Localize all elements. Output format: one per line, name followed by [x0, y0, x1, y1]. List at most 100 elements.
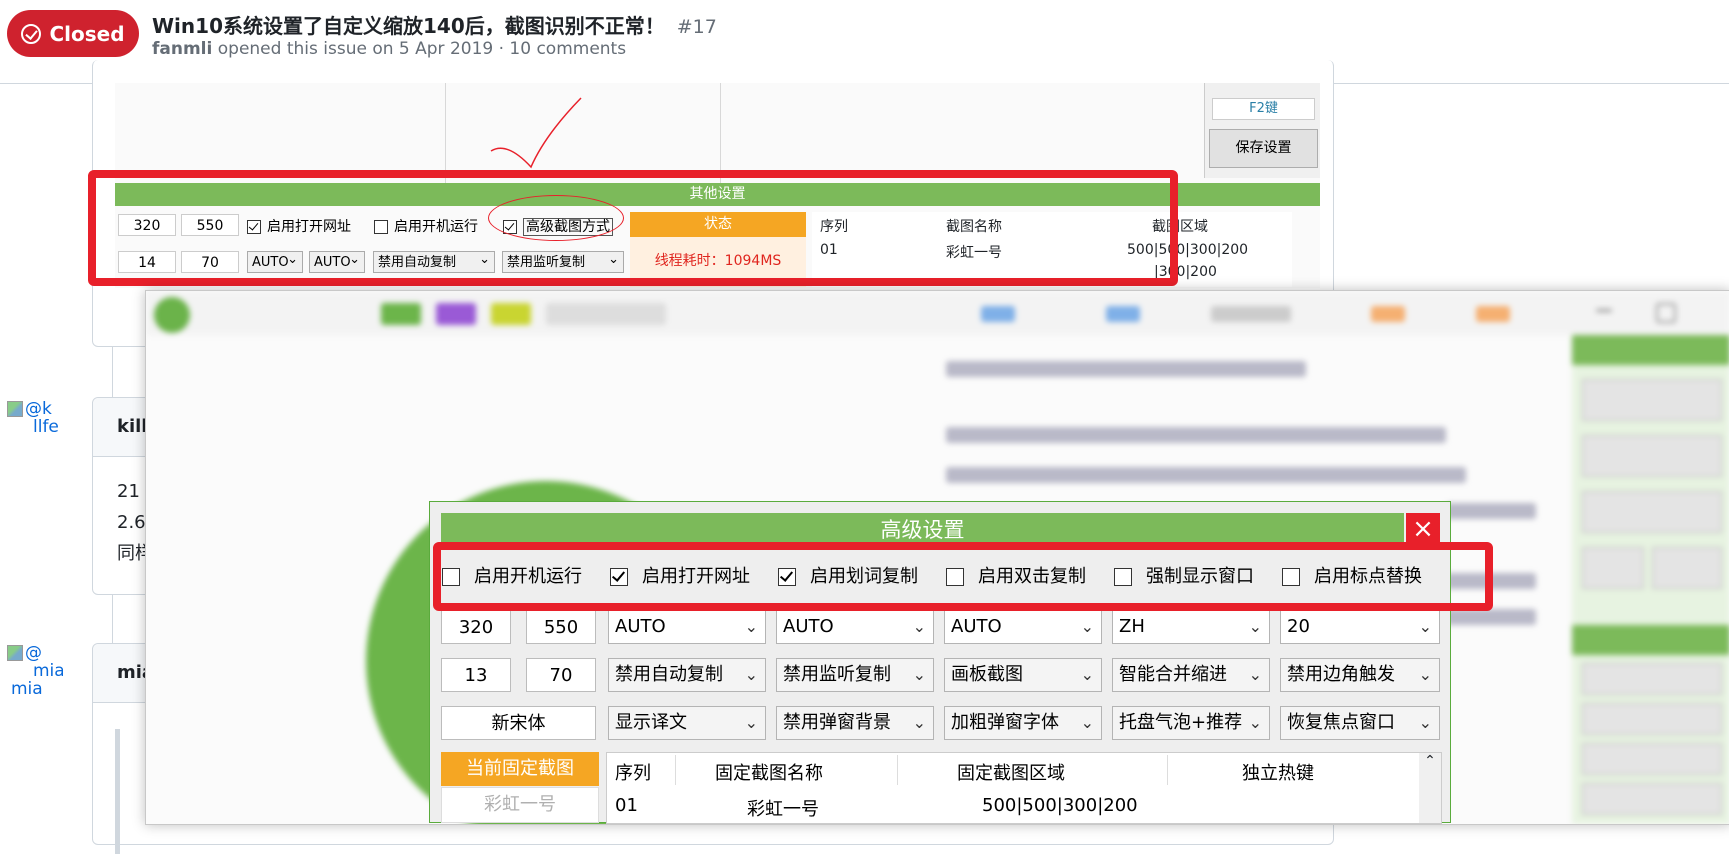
right-function-panel	[1572, 335, 1729, 824]
font-field[interactable]: 新宋体	[441, 706, 596, 740]
badge	[381, 303, 421, 325]
dropdown-engine-3[interactable]: AUTO ⌄	[944, 610, 1102, 644]
save-settings-button[interactable]: 保存设置	[1209, 129, 1318, 168]
red-highlight-checkboxes	[433, 542, 1493, 611]
dropdown-number[interactable]: 20 ⌄	[1280, 610, 1440, 644]
grid-line	[720, 83, 721, 183]
issue-number: #17	[676, 16, 717, 38]
blurred-text	[1211, 306, 1291, 322]
chevron-down-icon: ⌄	[1418, 713, 1432, 732]
chevron-down-icon: ⌄	[1418, 617, 1432, 636]
closed-icon	[21, 23, 42, 44]
blurred-text	[946, 427, 1446, 443]
blurred-number	[1371, 306, 1405, 322]
chevron-down-icon: ⌄	[1248, 713, 1262, 732]
blurred-number	[1476, 306, 1510, 322]
function-button[interactable]	[1582, 435, 1722, 477]
panda-logo-icon	[154, 297, 190, 333]
blurred-number	[981, 306, 1015, 322]
row-name: 彩虹一号	[747, 799, 819, 820]
dropdown-engine-1[interactable]: AUTO ⌄	[608, 610, 766, 644]
dropdown-capture-mode[interactable]: 画板截图 ⌄	[944, 658, 1102, 692]
dropdown-popup-font[interactable]: 加粗弹窗字体 ⌄	[944, 706, 1102, 740]
blurred-text	[946, 467, 1466, 483]
function-dropdown[interactable]	[1582, 703, 1722, 735]
col-seq-header: 序列	[615, 763, 651, 784]
dropdown-engine-2[interactable]: AUTO ⌄	[776, 610, 934, 644]
issue-title-text: Win10系统设置了自定义缩放140后，截图识别不正常！	[152, 14, 665, 38]
status-badge: Closed	[7, 10, 139, 57]
comment-author[interactable]: kill	[117, 416, 147, 437]
function-dropdown[interactable]	[1582, 743, 1722, 775]
dropdown-translation[interactable]: 显示译文 ⌄	[608, 706, 766, 740]
function-button[interactable]	[1582, 491, 1722, 533]
column-divider	[897, 755, 898, 785]
chevron-up-icon[interactable]: ⌃	[1424, 753, 1436, 769]
badge	[546, 303, 666, 325]
chevron-down-icon: ⌄	[1418, 665, 1432, 684]
blurred-text	[946, 361, 1306, 377]
blockquote-bar	[115, 729, 120, 854]
issue-meta: fanmli opened this issue on 5 Apr 2019 ·…	[152, 39, 626, 59]
dropdown-corner-trigger[interactable]: 禁用边角触发 ⌄	[1280, 658, 1440, 692]
blurred-number	[1106, 306, 1140, 322]
function-button[interactable]	[1652, 547, 1722, 589]
current-fixed-capture-header: 当前固定截图	[441, 752, 599, 786]
dropdown-restore-focus[interactable]: 恢复焦点窗口 ⌄	[1280, 706, 1440, 740]
chevron-down-icon: ⌄	[744, 617, 758, 636]
dropdown-tray-bubble[interactable]: 托盘气泡+推荐 ⌄	[1112, 706, 1270, 740]
issue-author-link[interactable]: fanmli	[152, 39, 212, 59]
function-button[interactable]	[1582, 547, 1644, 589]
scrollbar[interactable]: ⌃	[1419, 753, 1441, 823]
col-name-header: 固定截图名称	[715, 763, 823, 784]
chevron-down-icon: ⌄	[1248, 665, 1262, 684]
badge	[436, 303, 476, 325]
status-label: Closed	[49, 21, 125, 46]
grid-line	[445, 83, 446, 183]
function-dropdown[interactable]	[1582, 663, 1722, 695]
red-highlight-top	[88, 170, 1178, 286]
current-fixed-capture-item[interactable]: 彩虹一号	[441, 787, 599, 823]
col-area-header: 固定截图区域	[957, 763, 1065, 784]
dropdown-popup-background[interactable]: 禁用弹窗背景 ⌄	[776, 706, 934, 740]
function-button[interactable]	[1582, 379, 1722, 421]
close-icon[interactable]	[1656, 303, 1676, 323]
row-area: 500|500|300|200	[982, 795, 1138, 816]
fixed-capture-table: 序列 固定截图名称 固定截图区域 独立热键 01 彩虹一号 500|500|30…	[606, 752, 1442, 824]
dropdown-listen-copy[interactable]: 禁用监听复制 ⌄	[776, 658, 934, 692]
column-divider	[675, 755, 676, 785]
chevron-down-icon: ⌄	[1248, 617, 1262, 636]
check-mark-annotation	[490, 97, 582, 169]
chevron-down-icon: ⌄	[1080, 617, 1094, 636]
issue-title: Win10系统设置了自定义缩放140后，截图识别不正常！ #17	[152, 10, 717, 39]
dropdown-merge-indent[interactable]: 智能合并缩进 ⌄	[1112, 658, 1270, 692]
panel-header	[1572, 335, 1729, 365]
col-hotkey-header: 独立热键	[1242, 763, 1314, 784]
chevron-down-icon: ⌄	[912, 713, 926, 732]
height-input[interactable]: 550	[526, 610, 596, 644]
row-seq: 01	[615, 795, 638, 816]
dropdown-auto-copy[interactable]: 禁用自动复制 ⌄	[608, 658, 766, 692]
avatar[interactable]: @ mia mia	[7, 644, 63, 700]
avatar[interactable]: @k llfe	[7, 400, 63, 456]
chevron-down-icon: ⌄	[1080, 713, 1094, 732]
blurred-text	[1446, 609, 1536, 625]
width-input[interactable]: 320	[441, 610, 511, 644]
chevron-down-icon: ⌄	[912, 617, 926, 636]
panel-header	[1572, 625, 1729, 655]
offset-a-input[interactable]: 13	[441, 658, 511, 692]
blurred-text	[1446, 503, 1536, 519]
red-ellipse-annotation	[488, 195, 624, 241]
minimize-icon[interactable]	[1596, 309, 1612, 312]
chevron-down-icon: ⌄	[912, 665, 926, 684]
issue-meta-text: opened this issue on 5 Apr 2019 · 10 com…	[217, 39, 627, 59]
broken-image-icon	[7, 645, 23, 661]
chevron-down-icon: ⌄	[1080, 665, 1094, 684]
badge	[491, 303, 531, 325]
dropdown-language[interactable]: ZH ⌄	[1112, 610, 1270, 644]
chevron-down-icon: ⌄	[744, 713, 758, 732]
offset-b-input[interactable]: 70	[526, 658, 596, 692]
hotkey-field[interactable]: F2键	[1212, 98, 1315, 120]
function-dropdown[interactable]	[1582, 783, 1722, 815]
chevron-down-icon: ⌄	[744, 665, 758, 684]
